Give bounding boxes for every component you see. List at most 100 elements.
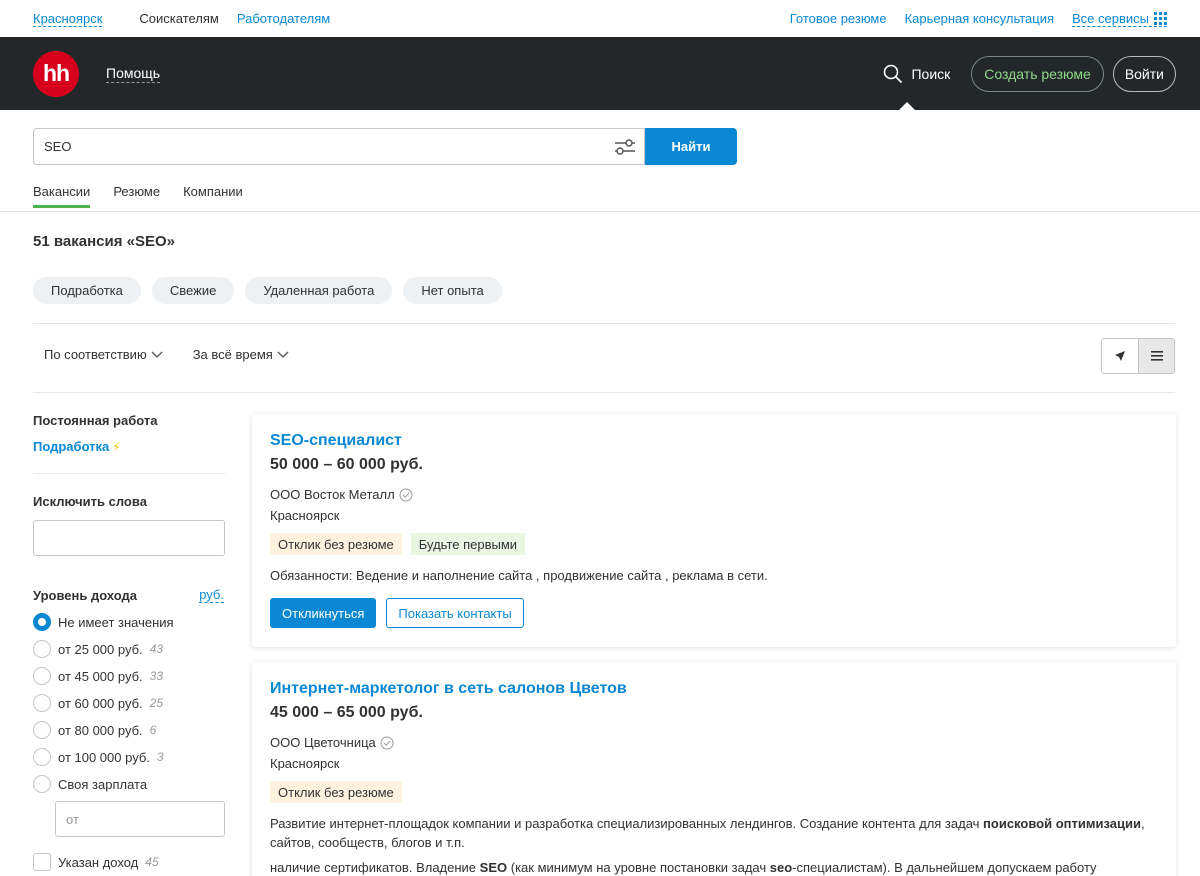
chip-part-time[interactable]: Подработка bbox=[33, 277, 141, 304]
income-option[interactable]: от 25 000 руб. 43 bbox=[33, 640, 225, 658]
vacancy-requirements: наличие сертификатов. Владение SEO (как … bbox=[270, 858, 1158, 876]
exclude-words-heading: Исключить слова bbox=[33, 494, 147, 509]
income-option-count: 43 bbox=[149, 642, 164, 656]
company-link[interactable]: ООО Восток Металл bbox=[270, 487, 395, 502]
verified-check-icon bbox=[380, 736, 394, 749]
apply-button[interactable]: Откликнуться bbox=[270, 598, 377, 628]
search-input[interactable]: SEO bbox=[33, 128, 645, 165]
verified-check-icon bbox=[399, 488, 413, 501]
hh-logo[interactable]: hh bbox=[33, 50, 79, 97]
income-specified-option[interactable]: Указан доход 45 bbox=[33, 853, 225, 871]
divider bbox=[33, 473, 225, 474]
income-option-count: 6 bbox=[149, 723, 157, 737]
find-button[interactable]: Найти bbox=[645, 128, 737, 165]
list-view-button[interactable] bbox=[1138, 339, 1174, 373]
help-link[interactable]: Помощь bbox=[106, 65, 161, 83]
all-services-link[interactable]: Все сервисы bbox=[1072, 11, 1167, 27]
search-tabs: Вакансии Резюме Компании bbox=[33, 184, 1167, 208]
income-option-label: от 25 000 руб. bbox=[58, 641, 143, 657]
radio[interactable] bbox=[33, 694, 51, 712]
chevron-down-icon bbox=[151, 351, 163, 358]
employers-link[interactable]: Работодателям bbox=[237, 11, 330, 26]
vacancy-salary: 50 000 – 60 000 руб. bbox=[270, 456, 423, 473]
vacancy-card: SEO-специалист 50 000 – 60 000 руб. ООО … bbox=[252, 414, 1176, 647]
income-specified-count: 45 bbox=[145, 855, 159, 869]
search-query: SEO bbox=[44, 139, 72, 154]
ready-resume-link[interactable]: Готовое резюме bbox=[790, 11, 887, 26]
grid-icon bbox=[1154, 11, 1167, 25]
all-services-label: Все сервисы bbox=[1072, 10, 1149, 26]
quick-filters: Подработка Свежие Удаленная работа Нет о… bbox=[33, 277, 513, 304]
list-icon bbox=[1150, 351, 1163, 361]
tab-companies[interactable]: Компании bbox=[183, 184, 243, 208]
radio[interactable] bbox=[33, 721, 51, 739]
vacancy-title-link[interactable]: Интернет-маркетолог в сеть салонов Цвето… bbox=[270, 680, 627, 697]
map-view-button[interactable] bbox=[1102, 339, 1138, 373]
sort-relevance-label: По соответствию bbox=[44, 347, 147, 362]
income-specified-label: Указан доход bbox=[58, 854, 139, 870]
search-nav-link[interactable]: Поиск bbox=[883, 37, 950, 110]
vacancy-card: Интернет-маркетолог в сеть салонов Цвето… bbox=[252, 662, 1176, 876]
location-arrow-icon bbox=[1115, 351, 1125, 361]
search-nav-label: Поиск bbox=[911, 65, 951, 82]
vacancy-title-link[interactable]: SEO-специалист bbox=[270, 432, 402, 449]
permanent-job-filter[interactable]: Постоянная работа bbox=[33, 413, 225, 428]
radio[interactable] bbox=[33, 640, 51, 658]
sort-time-label: За всё время bbox=[192, 347, 273, 362]
income-option-count: 25 bbox=[149, 696, 164, 710]
income-option[interactable]: от 60 000 руб. 25 bbox=[33, 694, 225, 712]
income-header: Уровень дохода руб. bbox=[33, 588, 225, 603]
income-option[interactable]: от 45 000 руб. 33 bbox=[33, 667, 225, 685]
be-first-badge: Будьте первыми bbox=[410, 533, 526, 555]
req-text: наличие сертификатов. Владение bbox=[270, 860, 480, 875]
login-button[interactable]: Войти bbox=[1112, 55, 1176, 92]
create-resume-button[interactable]: Создать резюме bbox=[971, 55, 1104, 92]
income-option[interactable]: Своя зарплата bbox=[33, 775, 225, 793]
tab-vacancies[interactable]: Вакансии bbox=[33, 184, 91, 208]
main-header: hh Помощь Поиск Создать резюме Войти bbox=[0, 37, 1200, 110]
part-time-filter-link[interactable]: Подработка ⚡ bbox=[33, 439, 225, 454]
income-option-label: Своя зарплата bbox=[58, 776, 148, 792]
active-notch bbox=[898, 102, 915, 110]
results-title: 51 вакансия «SEO» bbox=[33, 233, 175, 250]
req-text: (как минимум на уровне постановки задач bbox=[507, 860, 770, 875]
vacancy-badges: Отклик без резюме bbox=[270, 781, 1158, 803]
income-option[interactable]: Не имеет значения bbox=[33, 613, 225, 631]
chip-fresh[interactable]: Свежие bbox=[151, 277, 235, 304]
chip-no-experience[interactable]: Нет опыта bbox=[403, 277, 502, 304]
sort-time-dropdown[interactable]: За всё время bbox=[193, 347, 289, 362]
income-option[interactable]: от 100 000 руб. 3 bbox=[33, 748, 225, 766]
filters-sidebar: Постоянная работа Подработка ⚡ Исключить… bbox=[33, 413, 225, 871]
city-selector[interactable]: Красноярск bbox=[33, 11, 103, 27]
search-icon bbox=[884, 64, 903, 83]
desc-text: Развитие интернет-площадок компании и ра… bbox=[270, 816, 984, 831]
own-salary-input[interactable]: от bbox=[55, 801, 225, 837]
radio[interactable] bbox=[33, 667, 51, 685]
divider bbox=[33, 323, 1175, 324]
radio[interactable] bbox=[33, 775, 51, 793]
career-consult-link[interactable]: Карьерная консультация bbox=[905, 11, 1054, 26]
income-option[interactable]: от 80 000 руб. 6 bbox=[33, 721, 225, 739]
vacancy-company: ООО Восток Металл bbox=[270, 487, 1158, 502]
income-option-count: 3 bbox=[156, 750, 164, 764]
income-option-label: Не имеет значения bbox=[58, 614, 174, 630]
income-option-label: от 100 000 руб. bbox=[58, 749, 150, 765]
income-option-label: от 80 000 руб. bbox=[58, 722, 143, 738]
company-link[interactable]: ООО Цветочница bbox=[270, 735, 376, 750]
part-time-label: Подработка bbox=[33, 439, 110, 454]
checkbox[interactable] bbox=[33, 853, 51, 871]
radio[interactable] bbox=[33, 748, 51, 766]
show-contacts-button[interactable]: Показать контакты bbox=[386, 598, 524, 628]
radio-selected[interactable] bbox=[33, 613, 51, 631]
chip-remote[interactable]: Удаленная работа bbox=[245, 277, 393, 304]
tab-resumes[interactable]: Резюме bbox=[113, 184, 160, 208]
filter-sliders-icon[interactable] bbox=[614, 137, 636, 157]
desc-highlight: поисковой оптимизации bbox=[983, 816, 1141, 831]
currency-selector[interactable]: руб. bbox=[199, 588, 224, 603]
sort-relevance-dropdown[interactable]: По соответствию bbox=[44, 347, 163, 362]
exclude-words-input[interactable] bbox=[33, 520, 225, 556]
vacancy-actions: Откликнуться Показать контакты bbox=[270, 598, 1158, 628]
vacancy-company: ООО Цветочница bbox=[270, 735, 1158, 750]
income-level-heading: Уровень дохода bbox=[33, 588, 138, 603]
seekers-link[interactable]: Соискателям bbox=[139, 11, 218, 26]
